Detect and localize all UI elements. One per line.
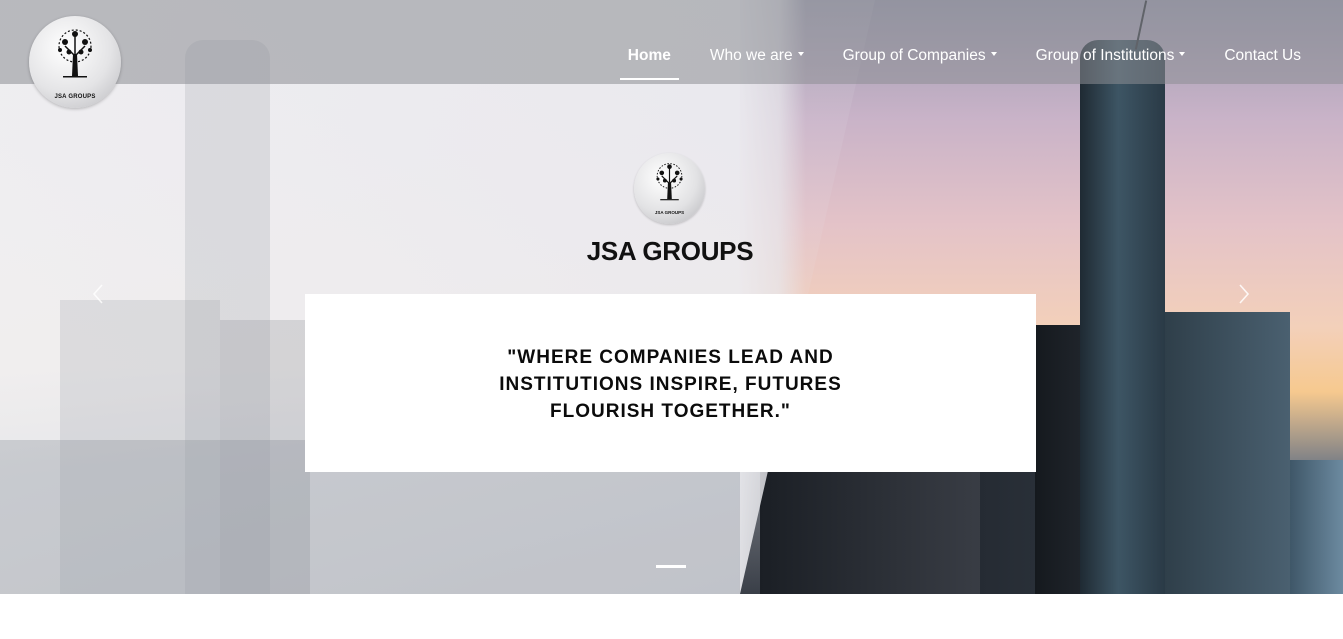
building	[1165, 312, 1290, 594]
tree-icon	[58, 29, 92, 78]
caret-down-icon	[797, 51, 804, 56]
hero-quote: "WHERE COMPANIES LEAD AND INSTITUTIONS I…	[499, 347, 842, 422]
caret-down-icon	[1179, 51, 1186, 56]
nav-home[interactable]: Home	[619, 47, 679, 80]
carousel-next-button[interactable]	[1232, 283, 1254, 305]
chevron-right-icon	[1239, 284, 1250, 304]
quote-box: "WHERE COMPANIES LEAD AND INSTITUTIONS I…	[305, 294, 1036, 472]
faded-skyscraper	[185, 40, 270, 594]
tree-icon	[656, 163, 683, 201]
nav-home-label: Home	[627, 47, 671, 64]
building	[760, 470, 990, 594]
nav-group-of-companies-label: Group of Companies	[842, 47, 986, 64]
nav-who-we-are[interactable]: Who we are	[710, 47, 804, 77]
center-logo: JSA GROUPS	[634, 153, 705, 224]
nav-links: Home Who we are Group of Companies Group…	[589, 47, 1301, 80]
brand-title: JSA GROUPS	[586, 236, 754, 266]
caret-down-icon	[990, 51, 997, 56]
nav-group-of-institutions[interactable]: Group of Institutions	[1036, 47, 1186, 77]
nav-contact-us-label: Contact Us	[1224, 47, 1301, 64]
logo-caption: JSA GROUPS	[54, 94, 96, 100]
center-logo-caption: JSA GROUPS	[654, 210, 685, 215]
building	[1290, 460, 1343, 594]
top-navbar: JSA GROUPS Home Who we are Group of Comp…	[0, 0, 1343, 108]
carousel-prev-button[interactable]	[88, 283, 110, 305]
nav-group-of-institutions-label: Group of Institutions	[1035, 47, 1175, 64]
hero-carousel: JSA GROUPS JSA GROUPS "WHERE COMPANIES L…	[0, 0, 1343, 594]
carousel-indicator[interactable]	[656, 565, 686, 568]
nav-contact-us[interactable]: Contact Us	[1224, 47, 1301, 77]
site-logo[interactable]: JSA GROUPS	[29, 16, 121, 108]
nav-who-we-are-label: Who we are	[709, 47, 793, 64]
nav-group-of-companies[interactable]: Group of Companies	[843, 47, 997, 77]
skyscraper	[1080, 40, 1165, 594]
chevron-left-icon	[92, 284, 103, 304]
